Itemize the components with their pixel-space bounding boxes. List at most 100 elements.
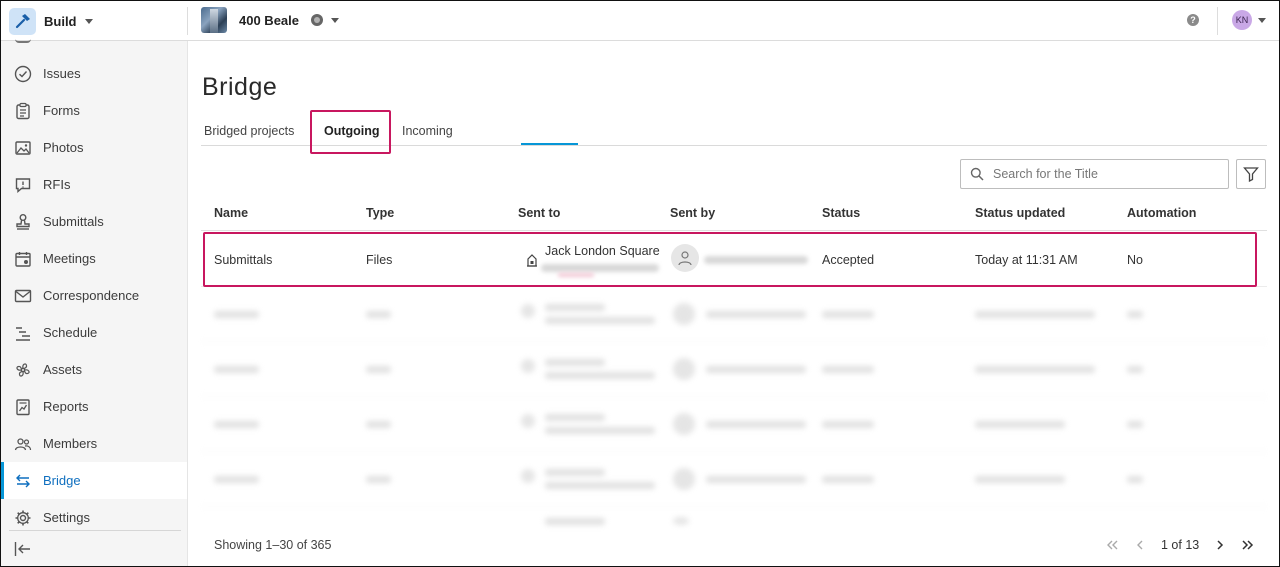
app-switcher[interactable]: Build bbox=[9, 7, 93, 35]
column-header-status-updated[interactable]: Status updated bbox=[975, 206, 1065, 220]
blurred-cell bbox=[975, 311, 1095, 318]
sidebar-item-assets[interactable]: Assets bbox=[1, 351, 187, 388]
last-page-icon[interactable] bbox=[1241, 538, 1255, 552]
table-row[interactable] bbox=[201, 287, 1267, 342]
column-header-name[interactable]: Name bbox=[214, 206, 248, 220]
active-tab-indicator bbox=[521, 143, 578, 145]
blurred-cell bbox=[822, 366, 874, 373]
sidebar-item-label: Forms bbox=[43, 103, 80, 118]
sidebar-item-label: Reports bbox=[43, 399, 89, 414]
photos-icon bbox=[15, 140, 31, 155]
blurred-icon bbox=[521, 304, 535, 318]
blurred-cell bbox=[366, 366, 391, 373]
avatar: KN bbox=[1232, 10, 1252, 30]
blurred-cell bbox=[975, 421, 1065, 428]
divider bbox=[9, 530, 181, 531]
blurred-cell bbox=[545, 414, 605, 421]
search-input[interactable]: Search for the Title bbox=[960, 159, 1229, 189]
first-page-icon[interactable] bbox=[1105, 538, 1119, 552]
blurred-cell bbox=[545, 372, 655, 379]
members-icon bbox=[14, 437, 32, 450]
blurred-cell bbox=[1127, 366, 1143, 373]
blurred-cell bbox=[545, 359, 605, 366]
rfi-icon bbox=[15, 177, 31, 193]
sidebar-item-label: Members bbox=[43, 436, 98, 451]
blurred-cell bbox=[1127, 476, 1143, 483]
sidebar-item-photos[interactable]: Photos bbox=[1, 129, 187, 166]
fan-icon bbox=[16, 362, 30, 377]
sidebar-item-correspondence[interactable]: Correspondence bbox=[1, 277, 187, 314]
page-indicator: 1 of 13 bbox=[1161, 538, 1200, 552]
blurred-cell bbox=[1127, 311, 1143, 318]
sidebar-item-label: RFIs bbox=[43, 177, 71, 192]
column-header-sent-to[interactable]: Sent to bbox=[518, 206, 560, 220]
blurred-cell bbox=[545, 304, 605, 311]
blurred-cell bbox=[1127, 421, 1143, 428]
sidebar-item-members[interactable]: Members bbox=[1, 425, 187, 462]
sidebar-item-label: Settings bbox=[43, 510, 90, 525]
column-header-status[interactable]: Status bbox=[822, 206, 860, 220]
blurred-cell bbox=[214, 311, 259, 318]
sidebar-item-label: Photos bbox=[43, 140, 84, 155]
blurred-cell bbox=[975, 366, 1095, 373]
sidebar-item-submittals[interactable]: Submittals bbox=[1, 203, 187, 240]
table-row[interactable] bbox=[201, 342, 1267, 397]
divider bbox=[187, 7, 188, 35]
previous-page-icon[interactable] bbox=[1133, 538, 1147, 552]
collapse-sidebar-icon[interactable] bbox=[14, 541, 32, 557]
sidebar-item-bridge[interactable]: Bridge bbox=[1, 462, 187, 499]
page-title: Bridge bbox=[202, 73, 278, 101]
tab-highlight-box bbox=[310, 110, 391, 154]
tab-incoming[interactable]: Incoming bbox=[402, 124, 453, 138]
hammer-icon bbox=[9, 7, 36, 35]
blurred-cell bbox=[706, 421, 806, 428]
project-name: 400 Beale bbox=[239, 12, 299, 28]
blurred-cell bbox=[366, 476, 391, 483]
sidebar: Issues Forms Photos RFIs Submittals Meet… bbox=[1, 41, 188, 566]
blurred-icon bbox=[521, 414, 535, 428]
blurred-cell bbox=[545, 317, 655, 324]
blurred-cell bbox=[822, 476, 874, 483]
sidebar-item-forms[interactable]: Forms bbox=[1, 92, 187, 129]
gear-icon bbox=[15, 510, 31, 525]
partial-nav-icon bbox=[15, 35, 31, 43]
sidebar-item-label: Issues bbox=[43, 66, 81, 81]
blurred-cell bbox=[545, 518, 605, 525]
sidebar-item-issues[interactable]: Issues bbox=[1, 55, 187, 92]
filter-button[interactable] bbox=[1236, 159, 1266, 189]
project-selector[interactable]: 400 Beale bbox=[201, 6, 339, 34]
user-menu[interactable]: KN bbox=[1232, 10, 1266, 30]
bridge-arrows-icon bbox=[16, 474, 30, 487]
column-header-sent-by[interactable]: Sent by bbox=[670, 206, 715, 220]
filter-icon bbox=[1243, 167, 1259, 182]
row-highlight-box bbox=[203, 232, 1257, 287]
top-bar: Build 400 Beale ? KN bbox=[1, 1, 1279, 41]
search-icon bbox=[970, 167, 984, 181]
help-icon[interactable]: ? bbox=[1187, 14, 1199, 26]
blurred-avatar bbox=[673, 413, 695, 435]
table-row[interactable] bbox=[201, 507, 1267, 525]
chevron-down-icon bbox=[84, 18, 93, 24]
blurred-cell bbox=[706, 311, 806, 318]
blurred-cell bbox=[214, 421, 259, 428]
next-page-icon[interactable] bbox=[1213, 538, 1227, 552]
table-row[interactable] bbox=[201, 452, 1267, 507]
blurred-cell bbox=[706, 476, 806, 483]
column-header-type[interactable]: Type bbox=[366, 206, 394, 220]
column-header-automation[interactable]: Automation bbox=[1127, 206, 1196, 220]
calendar-icon bbox=[15, 251, 31, 267]
pagination: 1 of 13 bbox=[1105, 536, 1255, 554]
sidebar-item-schedule[interactable]: Schedule bbox=[1, 314, 187, 351]
check-circle-icon bbox=[14, 65, 32, 82]
sidebar-item-rfis[interactable]: RFIs bbox=[1, 166, 187, 203]
blurred-icon bbox=[521, 359, 535, 373]
blurred-icon bbox=[521, 469, 535, 483]
sidebar-item-reports[interactable]: Reports bbox=[1, 388, 187, 425]
table-row[interactable] bbox=[201, 397, 1267, 452]
app-name: Build bbox=[44, 13, 77, 29]
blurred-cell bbox=[366, 421, 391, 428]
sidebar-item-meetings[interactable]: Meetings bbox=[1, 240, 187, 277]
divider bbox=[1217, 7, 1218, 35]
tab-bridged-projects[interactable]: Bridged projects bbox=[204, 124, 294, 138]
sidebar-item-label: Bridge bbox=[43, 473, 81, 488]
